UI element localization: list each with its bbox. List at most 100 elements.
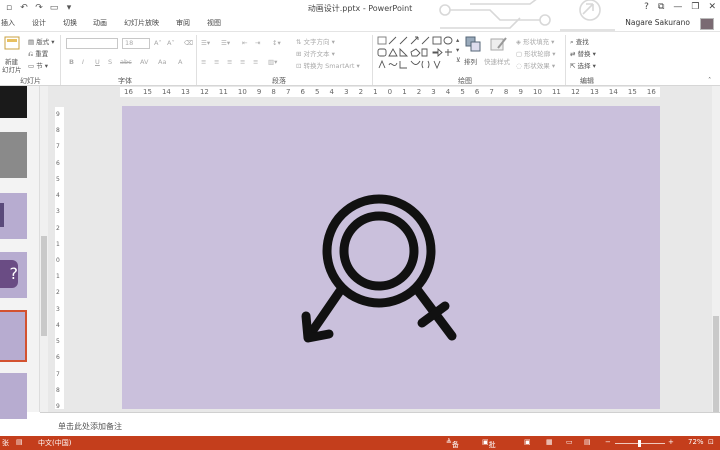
- tab-animations[interactable]: 动画: [93, 18, 107, 28]
- spellcheck-icon[interactable]: ▤: [16, 438, 23, 446]
- notes-button[interactable]: ≜ 备注: [446, 438, 459, 449]
- fit-slide-icon[interactable]: ⊡: [708, 438, 714, 446]
- find-button[interactable]: ⌕ 查找: [570, 36, 589, 47]
- replace-button[interactable]: ⇄ 替换 ▾: [570, 48, 596, 58]
- increase-indent-icon[interactable]: ⇥: [255, 39, 260, 47]
- reset-button[interactable]: ⎌ 重置: [28, 48, 48, 59]
- decrease-indent-icon[interactable]: ⇤: [242, 39, 247, 47]
- thumbnail-scrollbar[interactable]: [40, 86, 48, 412]
- align-center-icon[interactable]: ≡: [214, 58, 219, 66]
- ruler-tick-label: 8: [56, 127, 60, 135]
- columns-icon[interactable]: ▥▾: [268, 58, 277, 66]
- tab-review[interactable]: 审阅: [176, 18, 190, 28]
- bullets-icon[interactable]: ☰▾: [201, 39, 210, 47]
- zoom-in-icon[interactable]: +: [668, 438, 674, 446]
- ruler-tick-label: 7: [285, 88, 291, 96]
- change-case-button[interactable]: Aa: [158, 58, 166, 66]
- slide-sorter-icon[interactable]: ▦: [546, 438, 553, 446]
- clear-formatting-icon[interactable]: ⌫: [184, 39, 193, 47]
- shapes-gallery[interactable]: [376, 35, 454, 73]
- font-color-button[interactable]: A: [178, 58, 182, 66]
- strikethrough-button[interactable]: abc: [120, 58, 132, 66]
- minimize-icon[interactable]: —: [673, 2, 682, 12]
- layout-button[interactable]: ▤ 版式 ▾: [28, 36, 55, 46]
- comments-button[interactable]: ▣ 批注: [482, 438, 496, 449]
- font-name-select[interactable]: [66, 38, 118, 49]
- ruler-tick-label: 6: [56, 159, 60, 167]
- restore-icon[interactable]: ❐: [691, 2, 699, 12]
- ruler-tick-label: 3: [344, 88, 349, 96]
- ribbon-display-icon[interactable]: ⧉: [658, 2, 664, 12]
- text-direction-button[interactable]: ⇅ 文字方向 ▾: [296, 36, 335, 46]
- quick-styles-button[interactable]: 快速样式: [484, 35, 512, 73]
- ribbon-separator: [60, 35, 61, 85]
- shrink-font-button[interactable]: A˅: [167, 39, 175, 47]
- italic-button[interactable]: I: [82, 58, 84, 66]
- slide-thumbnail[interactable]: [0, 132, 27, 178]
- collapse-ribbon-icon[interactable]: ˄: [708, 76, 711, 84]
- distributed-icon[interactable]: ≡: [253, 58, 258, 66]
- numbering-icon[interactable]: ☰▾: [221, 39, 230, 47]
- align-left-icon[interactable]: ≡: [201, 58, 206, 66]
- shape-fill-button[interactable]: ◈ 形状填充 ▾: [516, 36, 554, 46]
- avatar[interactable]: [700, 18, 714, 30]
- line-spacing-icon[interactable]: ↕▾: [272, 39, 281, 47]
- convert-smartart-button[interactable]: ⊡ 转换为 SmartArt ▾: [296, 60, 360, 70]
- font-group-label: 字体: [118, 77, 132, 85]
- gallery-down-icon[interactable]: ▾: [456, 46, 459, 54]
- bold-button[interactable]: B: [69, 58, 74, 66]
- arrange-button[interactable]: 排列: [463, 35, 483, 73]
- align-right-icon[interactable]: ≡: [227, 58, 232, 66]
- tab-insert[interactable]: 插入: [1, 18, 15, 28]
- tab-transitions[interactable]: 切换: [63, 18, 77, 28]
- gallery-up-icon[interactable]: ▴: [456, 36, 459, 44]
- ruler-tick-label: 9: [256, 88, 262, 96]
- new-slide-label-2: 幻灯片: [2, 66, 22, 74]
- tab-view[interactable]: 视图: [207, 18, 221, 28]
- slide-thumbnail-selected[interactable]: [0, 310, 27, 362]
- tab-design[interactable]: 设计: [32, 18, 46, 28]
- zoom-level[interactable]: 72%: [688, 438, 704, 446]
- zoom-slider[interactable]: [615, 440, 665, 447]
- slide-thumbnail[interactable]: [0, 373, 27, 419]
- notes-placeholder[interactable]: 单击此处添加备注: [58, 421, 122, 432]
- help-icon[interactable]: ?: [644, 2, 649, 12]
- slide-thumbnail[interactable]: ?: [0, 252, 27, 298]
- shadow-button[interactable]: S: [108, 58, 112, 66]
- align-text-button[interactable]: ⊞ 对齐文本 ▾: [296, 48, 335, 58]
- ruler-tick-label: 2: [416, 88, 422, 96]
- thumbnail-scrollbar-thumb[interactable]: [41, 236, 47, 336]
- tab-slide-show[interactable]: 幻灯片放映: [124, 18, 159, 28]
- normal-view-icon[interactable]: ▣: [524, 438, 531, 446]
- section-button[interactable]: ▭ 节 ▾: [28, 60, 48, 70]
- user-name[interactable]: Nagare Sakurano: [625, 18, 690, 27]
- ruler-tick-label: 7: [56, 370, 60, 378]
- justify-icon[interactable]: ≡: [240, 58, 245, 66]
- font-size-select[interactable]: 18: [122, 38, 150, 49]
- shape-outline-button[interactable]: ▢ 形状轮廓 ▾: [516, 48, 556, 58]
- zoom-slider-thumb[interactable]: [638, 440, 641, 447]
- slide-thumbnail[interactable]: [0, 86, 27, 118]
- underline-button[interactable]: U: [95, 58, 100, 66]
- shape-effects-button[interactable]: ◌ 形状效果 ▾: [516, 60, 555, 70]
- ruler-tick-label: 16: [646, 88, 656, 96]
- slideshow-icon[interactable]: ▤: [584, 438, 591, 446]
- ruler-tick-label: 9: [56, 111, 60, 118]
- gender-symbol-icon[interactable]: [122, 106, 660, 409]
- reading-view-icon[interactable]: ▭: [566, 438, 573, 446]
- select-button[interactable]: ⇱ 选择 ▾: [570, 60, 596, 70]
- ruler-tick-label: 14: [161, 88, 171, 96]
- slide-canvas[interactable]: [122, 106, 660, 409]
- ruler-tick-label: 1: [402, 88, 407, 96]
- new-slide-button[interactable]: 新建 幻灯片: [2, 34, 22, 74]
- notes-pane[interactable]: 单击此处添加备注: [40, 412, 720, 436]
- grow-font-button[interactable]: A˄: [154, 39, 162, 47]
- slide-thumbnail[interactable]: [0, 193, 27, 239]
- slide-scrollbar[interactable]: [712, 86, 720, 450]
- language-indicator[interactable]: 中文(中国): [38, 438, 71, 448]
- select-icon: ⇱: [570, 62, 576, 70]
- close-icon[interactable]: ✕: [708, 2, 716, 12]
- gallery-more-icon[interactable]: ⊻: [456, 56, 461, 64]
- zoom-out-icon[interactable]: −: [605, 438, 611, 446]
- character-spacing-button[interactable]: AV: [140, 58, 148, 66]
